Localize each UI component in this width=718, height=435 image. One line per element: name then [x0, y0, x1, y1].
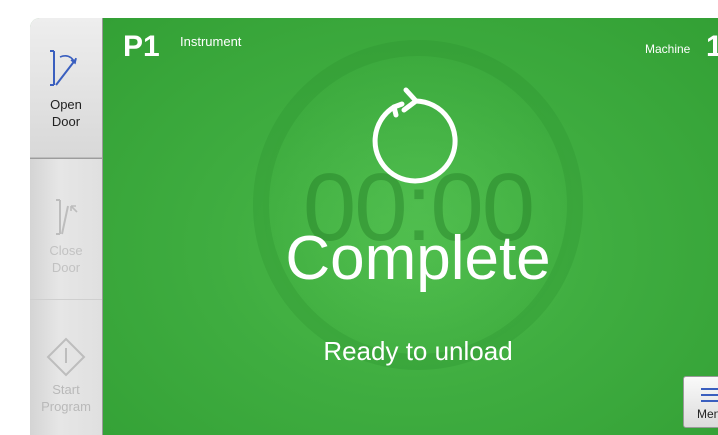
instrument-screen: Open Door Close Door Start Program 00:00…: [30, 18, 718, 435]
program-label: P1: [123, 30, 160, 63]
close-door-button[interactable]: Close Door: [30, 160, 102, 300]
close-door-icon: [56, 199, 78, 235]
machine-label: Machine: [645, 42, 691, 56]
start-program-icon: [46, 337, 86, 377]
status-title: Complete: [285, 224, 551, 293]
close-door-label: Close Door: [49, 243, 83, 275]
refresh-icon: [372, 87, 458, 184]
menu-label: Menu: [696, 407, 718, 421]
status-panel: 00:00 P1 Instrument Machine 1 Complete R…: [103, 18, 718, 435]
open-door-label: Open Door: [50, 97, 82, 129]
menu-button[interactable]: Menu: [683, 376, 718, 428]
start-program-label: Start Program: [41, 382, 91, 414]
instrument-label: Instrument: [180, 34, 242, 49]
machine-number: 1: [706, 30, 718, 63]
start-program-button[interactable]: Start Program: [30, 301, 102, 435]
status-subtitle: Ready to unload: [323, 336, 513, 366]
hamburger-icon: [701, 388, 718, 402]
open-door-icon: [50, 50, 77, 86]
open-door-button[interactable]: Open Door: [30, 18, 102, 159]
sidebar: Open Door Close Door Start Program: [30, 18, 103, 435]
